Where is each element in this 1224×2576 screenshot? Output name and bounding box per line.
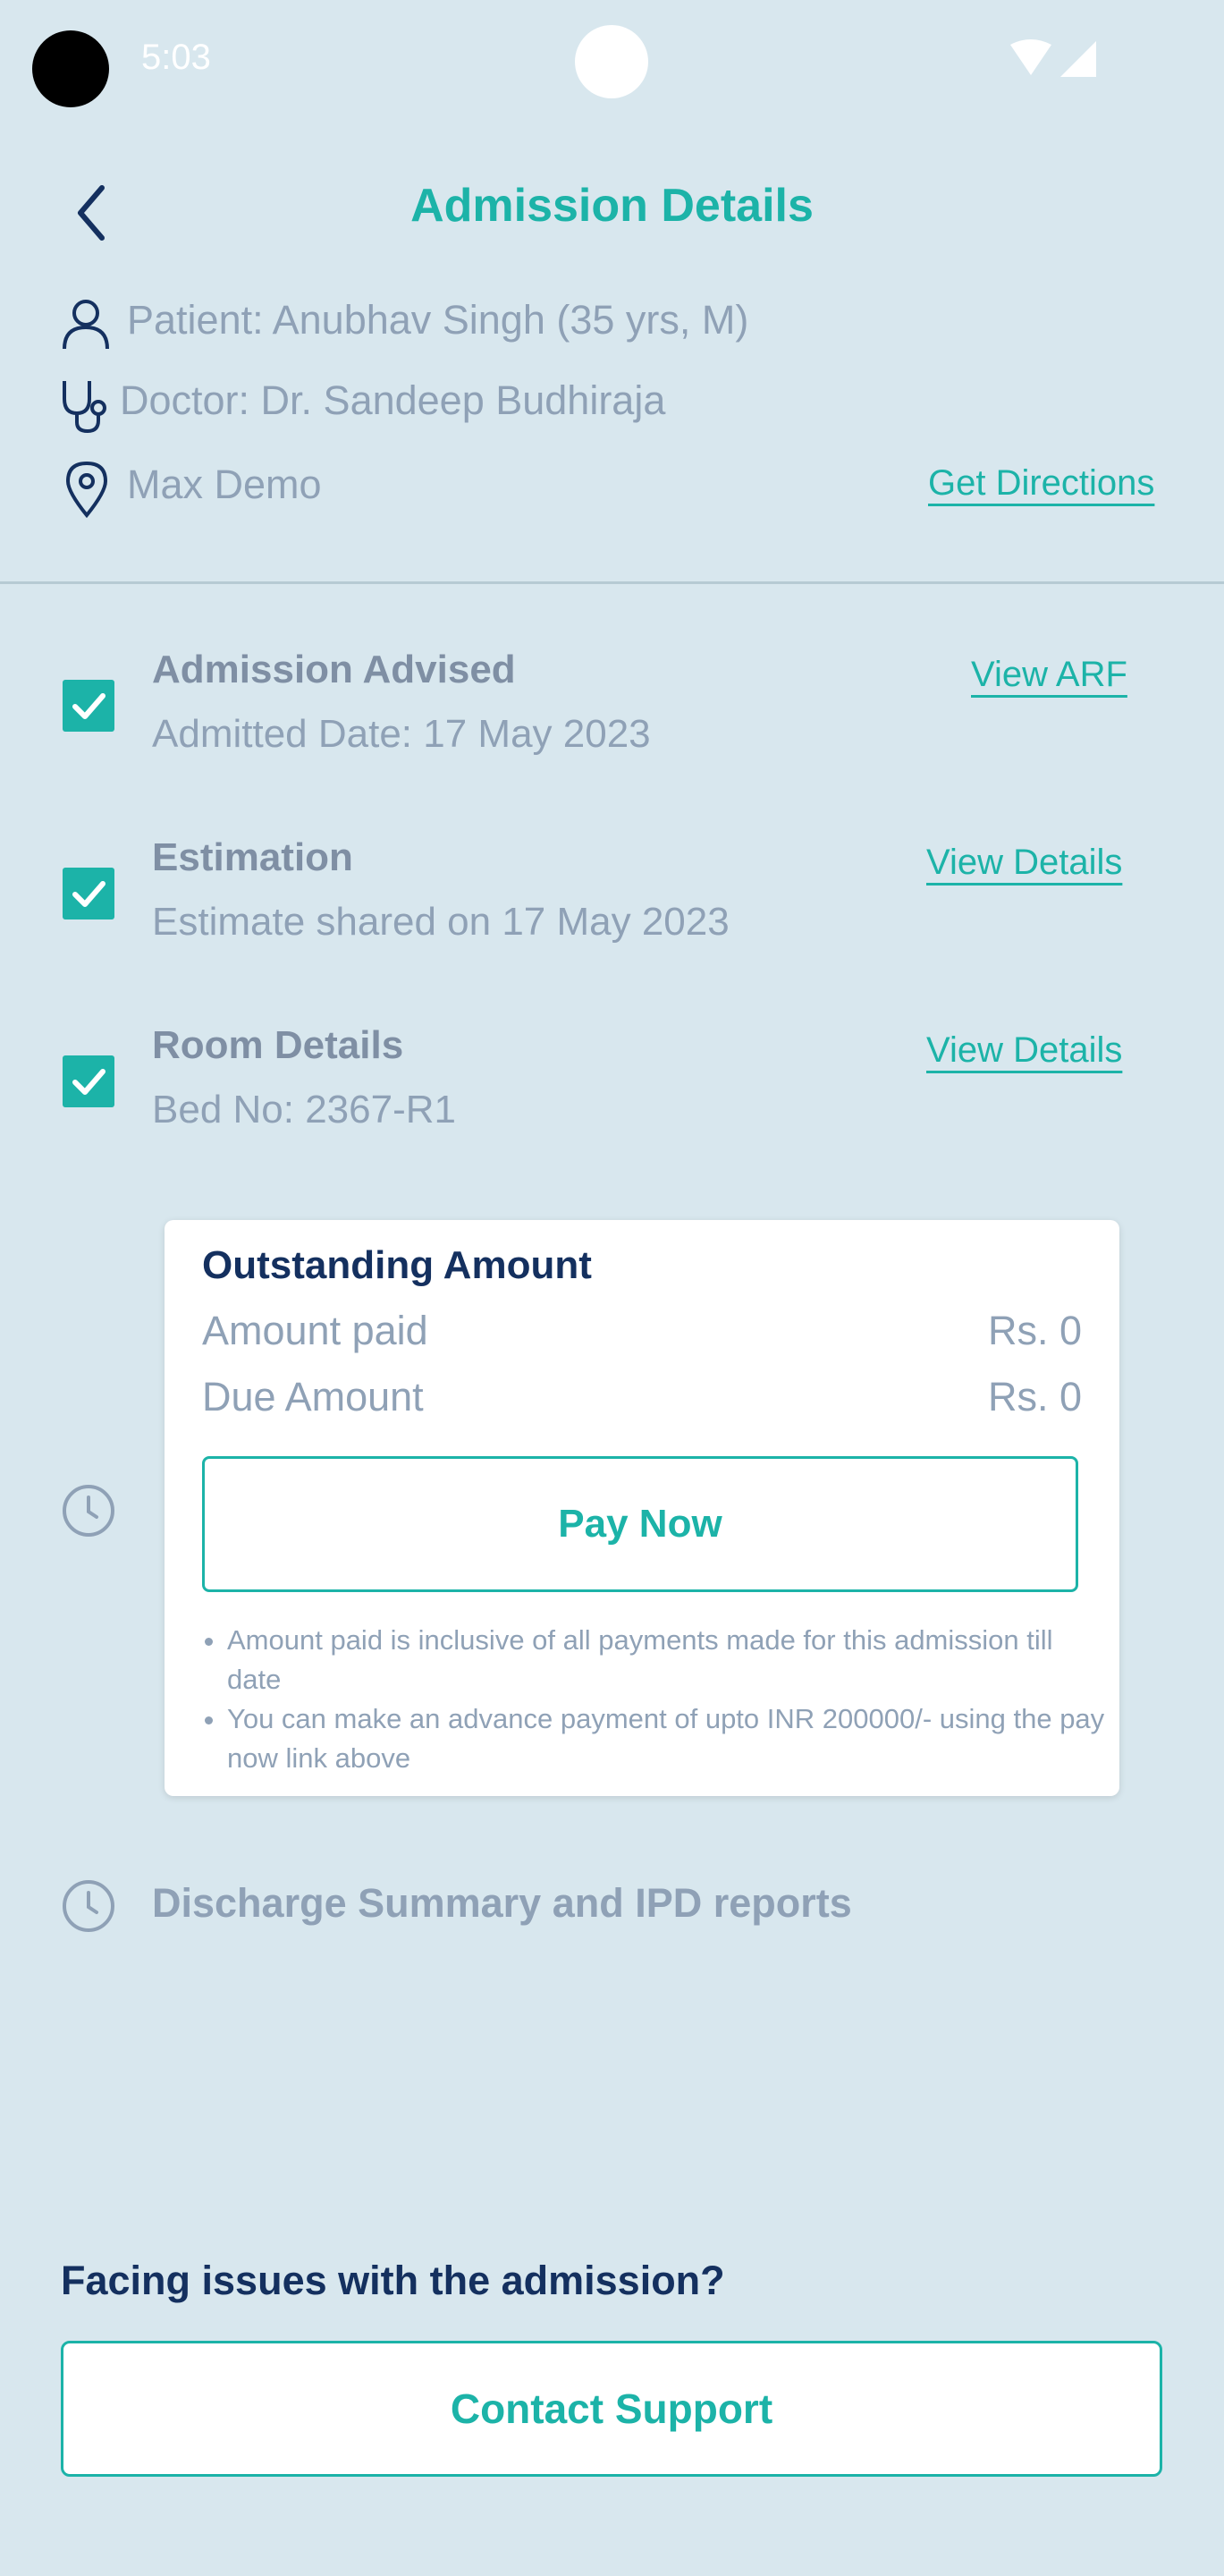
step-title: Admission Advised — [152, 648, 516, 691]
step-title: Room Details — [152, 1023, 404, 1067]
list-item: Amount paid is inclusive of all payments… — [227, 1621, 1112, 1699]
person-icon — [63, 300, 109, 350]
get-directions-link[interactable]: Get Directions — [928, 463, 1154, 504]
page-title: Admission Details — [410, 180, 814, 232]
view-estimation-details-link[interactable]: View Details — [926, 843, 1122, 883]
amount-paid-label: Amount paid — [202, 1308, 428, 1353]
checkbox-checked-icon — [63, 680, 114, 732]
stethoscope-icon — [63, 381, 106, 434]
outstanding-amount-card: Outstanding Amount Amount paid Rs. 0 Due… — [165, 1220, 1119, 1796]
step-detail: Bed No: 2367-R1 — [152, 1088, 456, 1131]
pay-now-button[interactable]: Pay Now — [202, 1456, 1078, 1592]
doctor-info: Doctor: Dr. Sandeep Budhiraja — [120, 377, 666, 423]
location-pin-icon — [65, 461, 108, 519]
checkbox-checked-icon — [63, 868, 114, 919]
card-title: Outstanding Amount — [202, 1243, 592, 1287]
status-time: 5:03 — [141, 38, 211, 77]
location-name: Max Demo — [127, 462, 322, 507]
divider — [0, 581, 1224, 584]
view-room-details-link[interactable]: View Details — [926, 1030, 1122, 1071]
step-detail: Estimate shared on 17 May 2023 — [152, 900, 730, 944]
support-question: Facing issues with the admission? — [61, 2258, 725, 2303]
step-title: Estimation — [152, 835, 353, 879]
front-camera-notch — [575, 25, 648, 98]
contact-support-button[interactable]: Contact Support — [61, 2341, 1162, 2477]
clock-icon — [63, 1485, 114, 1537]
amount-paid-value: Rs. 0 — [987, 1308, 1082, 1353]
view-arf-link[interactable]: View ARF — [971, 655, 1127, 695]
signal-icon — [1060, 41, 1096, 77]
payment-notes: Amount paid is inclusive of all payments… — [200, 1621, 1112, 1778]
step-detail: Admitted Date: 17 May 2023 — [152, 712, 651, 756]
checkbox-checked-icon — [63, 1055, 114, 1107]
list-item: You can make an advance payment of upto … — [227, 1699, 1112, 1778]
clock-icon — [63, 1880, 114, 1932]
patient-info: Patient: Anubhav Singh (35 yrs, M) — [127, 297, 749, 343]
camera-cutout — [32, 30, 109, 107]
discharge-summary-title: Discharge Summary and IPD reports — [152, 1880, 852, 1926]
due-amount-label: Due Amount — [202, 1374, 424, 1419]
due-amount-value: Rs. 0 — [987, 1374, 1082, 1419]
